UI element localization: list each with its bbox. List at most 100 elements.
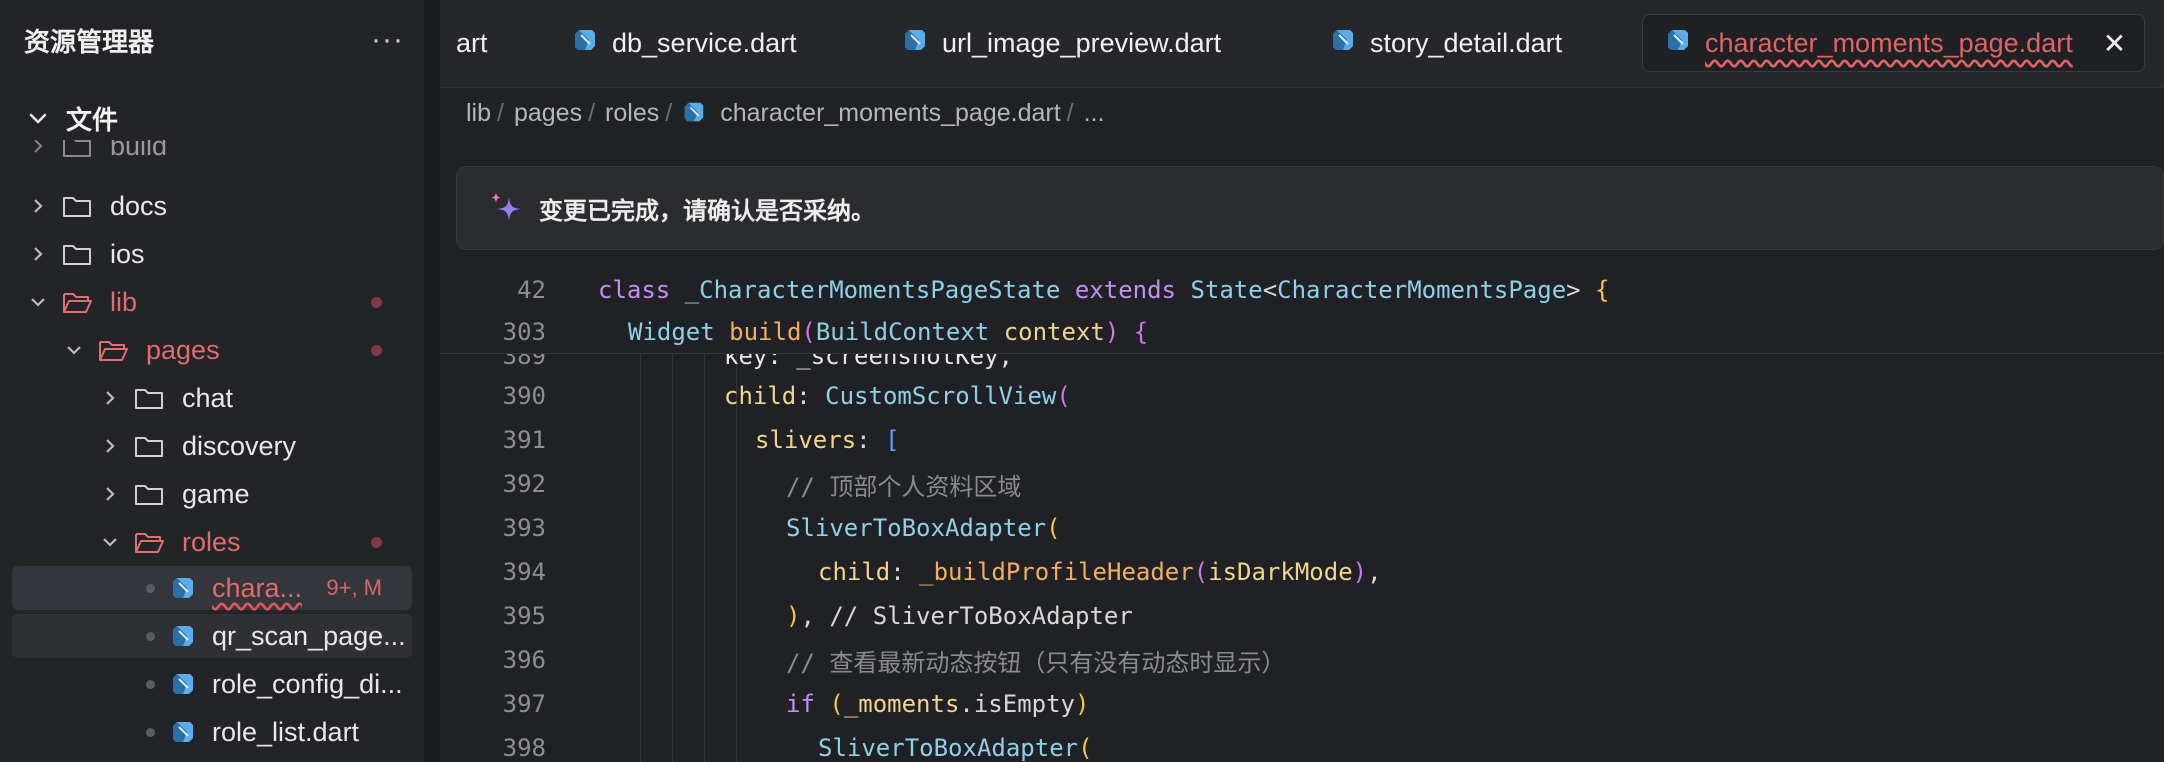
line-number: 396 — [502, 646, 546, 674]
code-line: 397 if (_moments.isEmpty) — [440, 682, 2164, 726]
folder-icon — [62, 192, 96, 220]
explorer-title: 资源管理器 — [24, 27, 155, 58]
line-number: 390 — [502, 382, 546, 410]
dart-file-icon — [170, 718, 198, 746]
breadcrumb-item[interactable]: lib — [466, 99, 491, 128]
breadcrumb-separator: / — [665, 98, 673, 127]
chevron-down-icon — [24, 288, 52, 316]
panel-divider[interactable] — [424, 0, 440, 762]
folder-icon — [62, 240, 96, 268]
line-number: 303 — [502, 318, 546, 346]
tree-item-label: game — [182, 478, 250, 509]
tree-item-label: qr_scan_page... — [212, 620, 406, 651]
folder-open-icon — [62, 288, 96, 316]
code-text: SliverToBoxAdapter( — [818, 734, 1093, 762]
line-number: 395 — [502, 602, 546, 630]
sparkle-icon — [491, 192, 521, 221]
tab-label: url_image_preview.dart — [942, 27, 1222, 58]
dart-file-icon — [682, 100, 708, 126]
tree-item-label: ios — [110, 238, 145, 269]
tree-item-label: build — [110, 140, 168, 161]
dart-file-icon — [1330, 27, 1356, 60]
folder-open-icon — [134, 528, 168, 556]
tree-item-label: roles — [182, 526, 241, 557]
tab-url-image-preview[interactable]: url_image_preview.dart — [902, 14, 1221, 72]
section-files-header[interactable]: 文件 — [24, 96, 118, 140]
chevron-right-icon — [24, 140, 52, 160]
tree-item-role-list[interactable]: role_list.dart — [0, 710, 424, 754]
folder-icon — [134, 384, 168, 412]
tree-item-label: role_config_di... — [212, 668, 403, 699]
tree-item-chat[interactable]: chat — [0, 376, 424, 420]
tab-label: character_moments_page.dart — [1705, 27, 2073, 58]
chevron-down-icon — [24, 104, 52, 132]
breadcrumb-separator: / — [588, 98, 596, 127]
tree-item-label: role_list.dart — [212, 716, 360, 747]
dart-file-icon — [170, 574, 198, 602]
folder-icon — [134, 432, 168, 460]
breadcrumb-separator: / — [1066, 98, 1074, 127]
tree-item-role-config[interactable]: role_config_di... — [0, 662, 424, 706]
line-number: 42 — [517, 276, 546, 304]
tab-bar: art db_service.dart url_image_preview.da… — [440, 0, 2164, 88]
tab-character-moments-page[interactable]: character_moments_page.dart ✕ — [1642, 14, 2146, 72]
tree-item-docs[interactable]: docs — [0, 184, 424, 228]
code-text: child: CustomScrollView( — [724, 382, 1071, 410]
code-line: 390 child: CustomScrollView( — [440, 374, 2164, 418]
sidebar-header: 资源管理器 ··· — [24, 0, 404, 80]
tree-item-label: pages — [146, 334, 220, 365]
code-comment: // SliverToBoxAdapter — [829, 602, 1133, 630]
code-line: 394 child: _buildProfileHeader(isDarkMod… — [440, 550, 2164, 594]
dart-file-icon — [902, 27, 928, 60]
code-line: 303 Widget build(BuildContext context) { — [440, 310, 2164, 354]
code-text: slivers: [ — [755, 426, 900, 454]
tree-item-game[interactable]: game — [0, 472, 424, 516]
chevron-right-icon — [96, 432, 124, 460]
tree-item-ios[interactable]: ios — [0, 232, 424, 276]
chevron-down-icon — [96, 528, 124, 556]
tab-truncated[interactable]: art — [456, 14, 488, 72]
modified-dot — [371, 296, 382, 308]
tab-label: db_service.dart — [612, 27, 797, 58]
line-number: 391 — [502, 426, 546, 454]
code-view[interactable]: 42 class _CharacterMomentsPageState exte… — [440, 268, 2164, 762]
tab-db-service[interactable]: db_service.dart — [572, 14, 797, 72]
tree-item-build[interactable]: build — [0, 140, 424, 168]
breadcrumb-item[interactable]: ... — [1084, 99, 1105, 128]
line-number: 392 — [502, 470, 546, 498]
more-actions-button[interactable]: ··· — [371, 23, 404, 57]
line-number: 393 — [502, 514, 546, 542]
chevron-right-icon — [96, 480, 124, 508]
breadcrumb-item[interactable]: pages — [514, 99, 582, 128]
dart-file-icon — [1665, 27, 1691, 60]
line-number: 398 — [502, 734, 546, 762]
tree-item-roles[interactable]: roles — [0, 520, 424, 564]
code-line: 398 SliverToBoxAdapter( — [440, 726, 2164, 762]
code-text: class _CharacterMomentsPageState extends… — [598, 276, 1610, 304]
folder-icon — [134, 480, 168, 508]
indent-dot — [136, 718, 164, 746]
chevron-right-icon — [96, 384, 124, 412]
indent-dot — [136, 574, 164, 602]
indent-dot — [136, 670, 164, 698]
tree-item-discovery[interactable]: discovery — [0, 424, 424, 468]
breadcrumb: lib / pages / roles / character_moments_pag… — [466, 92, 1104, 134]
tree-item-lib[interactable]: lib — [0, 280, 424, 324]
breadcrumb-item[interactable]: roles — [605, 99, 659, 128]
indent-dot — [136, 622, 164, 650]
editor-area: art db_service.dart url_image_preview.da… — [440, 0, 2164, 762]
code-line: 391 slivers: [ — [440, 418, 2164, 462]
tree-item-label: chara... — [212, 572, 303, 603]
tree-item-pages[interactable]: pages — [0, 328, 424, 372]
close-tab-button[interactable]: ✕ — [2103, 27, 2126, 60]
tab-label: story_detail.dart — [1370, 27, 1563, 58]
tab-label: art — [456, 27, 488, 58]
tree-item-qr-scan-page[interactable]: qr_scan_page... — [12, 614, 412, 658]
code-text: child: _buildProfileHeader(isDarkMode), — [818, 558, 1382, 586]
breadcrumb-item[interactable]: character_moments_page.dart — [720, 99, 1060, 128]
tree-item-character-moments[interactable]: chara... 9+, M — [12, 566, 412, 610]
folder-open-icon — [98, 336, 132, 364]
code-line: 392 // 顶部个人资料区域 — [440, 462, 2164, 506]
tree-item-label: lib — [110, 286, 138, 317]
tab-story-detail[interactable]: story_detail.dart — [1330, 14, 1562, 72]
